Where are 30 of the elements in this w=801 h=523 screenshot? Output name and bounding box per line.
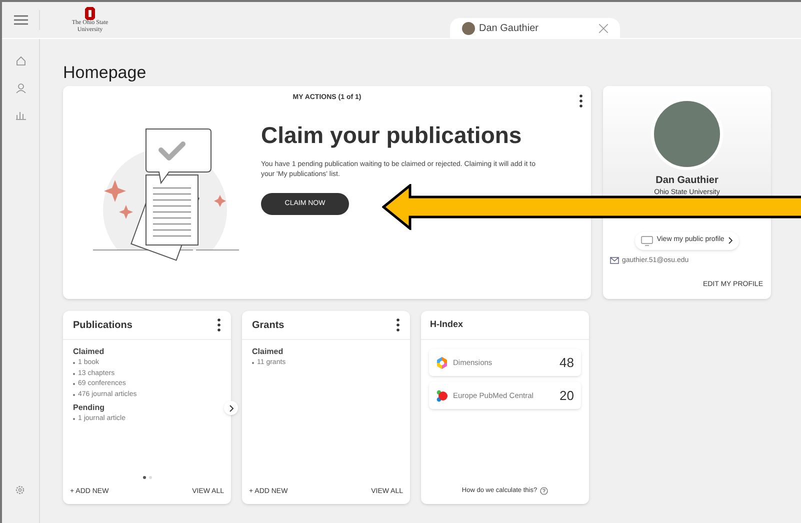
card-title: Grants bbox=[252, 318, 284, 332]
close-icon[interactable] bbox=[599, 24, 608, 32]
avatar-icon bbox=[462, 22, 475, 34]
group-label: Pending bbox=[73, 402, 106, 414]
more-icon[interactable] bbox=[217, 318, 221, 332]
h-index-value: 20 bbox=[560, 386, 574, 405]
page-title: Homepage bbox=[63, 62, 148, 84]
circles-logo-icon bbox=[436, 390, 448, 402]
person-icon[interactable] bbox=[16, 83, 26, 93]
menu-icon[interactable] bbox=[14, 15, 28, 25]
mail-icon bbox=[610, 257, 619, 264]
more-icon[interactable] bbox=[579, 94, 583, 108]
group-label: Claimed bbox=[252, 346, 284, 358]
group-label: Claimed bbox=[73, 346, 106, 358]
tab-label: Dan Gauthier bbox=[479, 22, 538, 36]
card-title: H-Index bbox=[430, 318, 464, 332]
profile-name: Dan Gauthier bbox=[656, 174, 718, 188]
more-icon[interactable] bbox=[396, 318, 400, 332]
claim-title: Claim your publications bbox=[261, 121, 522, 150]
card-title: Publications bbox=[73, 318, 132, 332]
help-icon[interactable] bbox=[540, 487, 548, 496]
chevron-right-icon bbox=[728, 237, 734, 244]
block-o-logo-icon bbox=[85, 6, 95, 20]
monitor-icon bbox=[640, 236, 653, 246]
h-index-value: 48 bbox=[560, 354, 574, 372]
profile-tab[interactable]: Dan Gauthier bbox=[450, 18, 620, 38]
home-icon[interactable] bbox=[16, 56, 26, 66]
hexagon-logo-icon bbox=[436, 356, 448, 368]
chevron-right-icon bbox=[228, 404, 234, 412]
next-button[interactable] bbox=[224, 401, 238, 415]
